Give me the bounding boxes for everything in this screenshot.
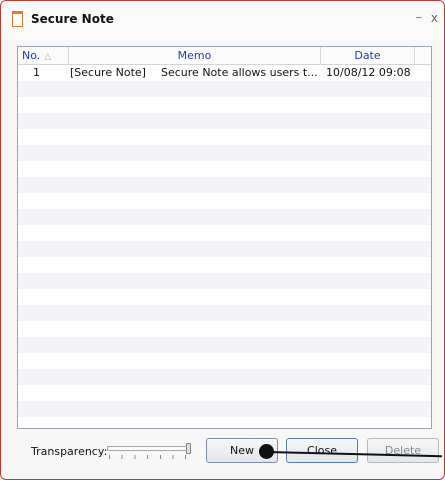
transparency-slider[interactable] [107, 443, 191, 461]
note-date: 10/08/12 09:08 [326, 66, 411, 79]
column-header-date[interactable]: Date [321, 47, 415, 64]
slider-thumb[interactable] [186, 443, 191, 454]
pointer-dot-icon [259, 444, 274, 459]
note-memo: Secure Note allows users t... [161, 66, 318, 79]
list-header: No. △ Memo Date [18, 47, 431, 65]
note-tag: [Secure Note] [70, 66, 146, 79]
note-icon [11, 11, 23, 27]
footer-bar: Transparency: New Close Delete [1, 429, 444, 479]
notes-list[interactable]: No. △ Memo Date 1 [Secure Note] Secure No… [17, 46, 432, 429]
title-bar[interactable]: Secure Note – x [1, 1, 444, 39]
window-title: Secure Note [31, 12, 114, 26]
delete-button[interactable]: Delete [367, 438, 439, 463]
column-no-label: No. [22, 49, 41, 62]
transparency-label: Transparency: [31, 445, 108, 458]
close-window-button[interactable]: x [431, 10, 438, 26]
slider-track[interactable] [107, 446, 187, 451]
column-header-filler [415, 47, 431, 64]
list-item[interactable]: 1 [Secure Note] Secure Note allows users… [18, 65, 431, 81]
minimize-button[interactable]: – [416, 10, 423, 26]
column-header-no[interactable]: No. △ [18, 47, 69, 64]
list-body[interactable]: 1 [Secure Note] Secure Note allows users… [18, 65, 431, 428]
sort-ascending-icon: △ [44, 52, 52, 62]
note-number: 1 [33, 66, 40, 79]
column-header-memo[interactable]: Memo [69, 47, 321, 64]
close-button[interactable]: Close [286, 438, 358, 463]
slider-ticks [109, 455, 187, 459]
secure-note-window: Secure Note – x No. △ Memo Date 1 [Secure… [0, 0, 445, 480]
